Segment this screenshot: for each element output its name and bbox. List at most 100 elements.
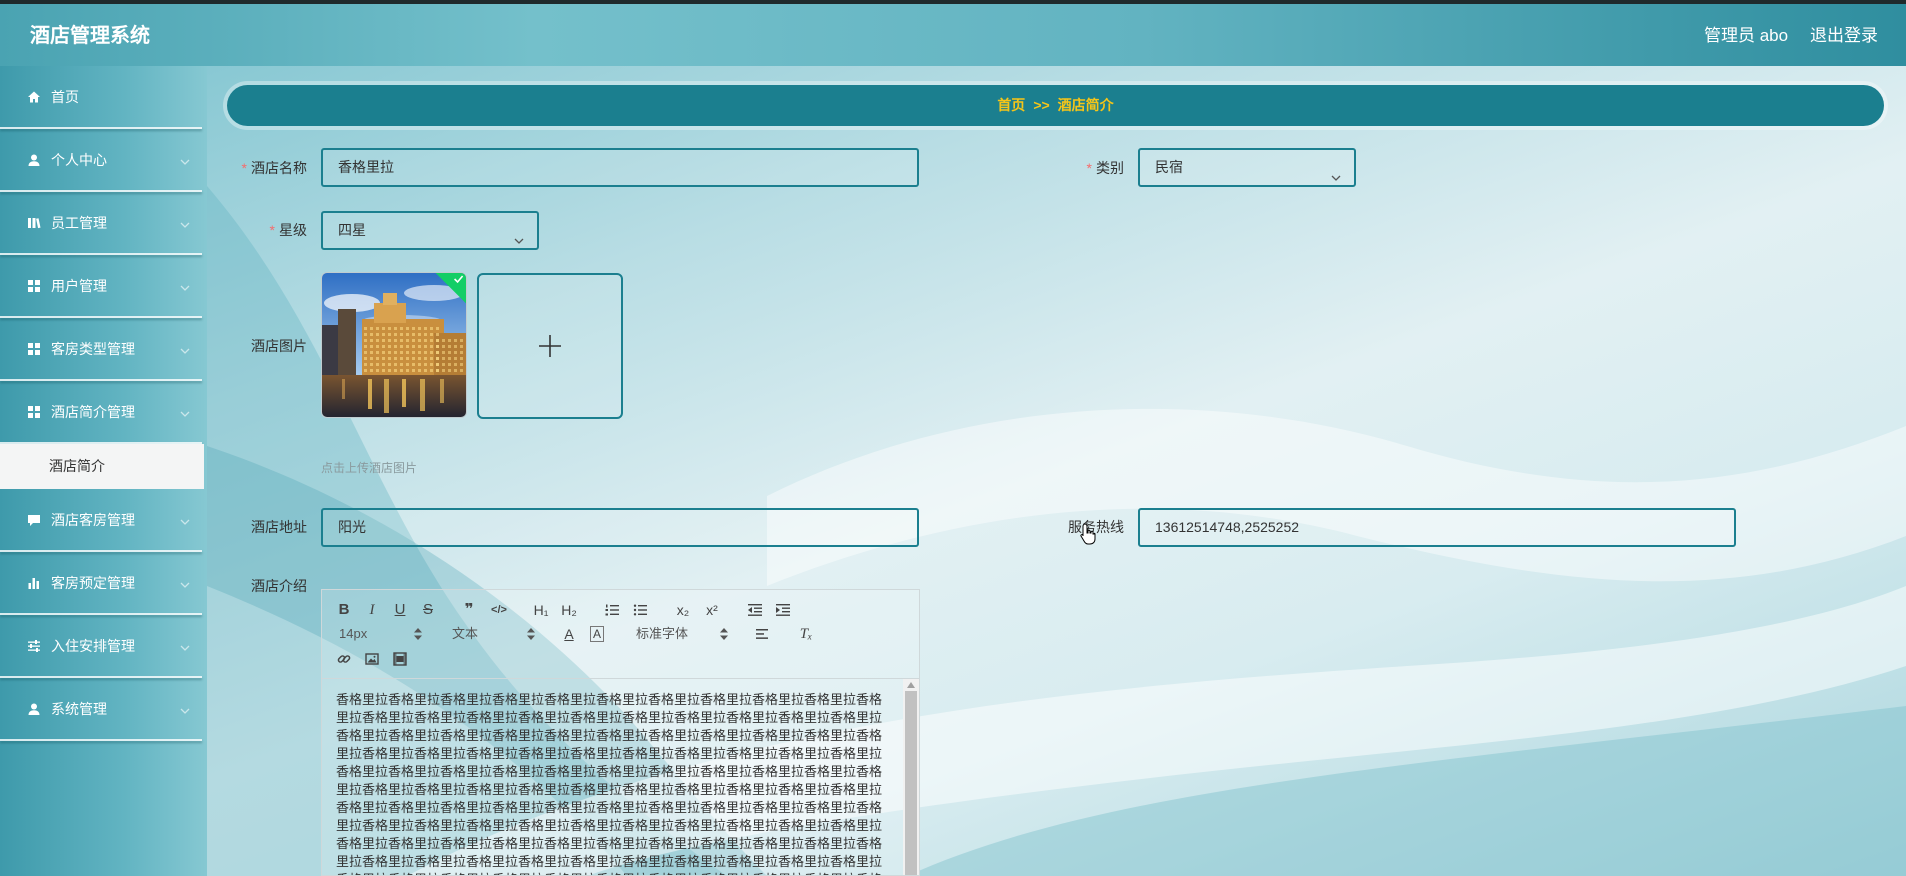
home-icon [27,90,41,104]
category-select[interactable]: 民宿 [1138,148,1356,187]
strike-button[interactable]: S [417,599,439,621]
hotel-image-thumbnail[interactable] [321,272,467,418]
insert-video-button[interactable] [389,648,411,670]
indent-button[interactable] [772,599,794,621]
sidebar-item-room-types[interactable]: 客房类型管理 [0,318,207,381]
user-icon [27,153,41,167]
category-select-value: 民宿 [1155,159,1183,175]
sidebar-item-users[interactable]: 用户管理 [0,255,207,318]
outdent-button[interactable] [744,599,766,621]
sidebar-item-hotel-intro-management[interactable]: 酒店简介管理 [0,381,207,444]
underline-button[interactable]: U [389,599,411,621]
sidebar-item-home[interactable]: 首页 [0,66,207,129]
sidebar-item-system[interactable]: 系统管理 [0,678,207,741]
intro-label: 酒店介绍 [251,578,307,594]
sliders-icon [27,639,41,653]
hotel-name-label: * 酒店名称 [227,158,307,178]
header-format-select[interactable]: 文本 [452,623,478,645]
code-block-button[interactable]: </> [488,599,510,621]
video-icon [393,652,407,666]
select-arrows-icon [719,623,729,645]
blockquote-button[interactable]: ❞ [458,599,480,621]
select-arrows-icon [413,623,423,645]
sidebar-item-checkin-arrangement[interactable]: 入住安排管理 [0,615,207,678]
align-button[interactable] [752,623,774,645]
image-upload-button[interactable] [477,273,623,419]
background-color-button[interactable]: A [586,623,608,645]
current-user-label[interactable]: 管理员 abo [1704,25,1788,47]
outdent-icon [748,604,762,616]
address-input[interactable]: 阳光 [321,508,919,547]
bullet-list-button[interactable] [629,599,651,621]
library-icon [27,216,41,230]
hotline-label: 服务热线 [1068,519,1124,535]
sidebar-item-personal-center[interactable]: 个人中心 [0,129,207,192]
grid-icon [27,342,41,356]
subscript-button[interactable]: x₂ [672,599,694,621]
chevron-down-icon [179,218,191,230]
sidebar-item-label: 个人中心 [51,152,107,168]
comment-icon [27,513,41,527]
link-button[interactable] [333,648,355,670]
hotline-input[interactable]: 13612514748,2525252 [1138,508,1736,547]
sidebar-item-label: 酒店简介管理 [51,404,135,420]
hotel-image-label: 酒店图片 [251,338,307,354]
plus-icon [539,335,561,357]
editor-content[interactable]: 香格里拉香格里拉香格里拉香格里拉香格里拉香格里拉香格里拉香格里拉香格里拉香格里拉… [336,691,883,875]
image-icon [365,653,379,665]
sidebar-item-hotel-rooms[interactable]: 酒店客房管理 [0,489,207,552]
hotel-photo [322,273,466,417]
chevron-down-icon [179,155,191,167]
grid-icon [27,279,41,293]
sidebar-item-staff[interactable]: 员工管理 [0,192,207,255]
breadcrumb-home-link[interactable]: 首页 [997,97,1025,113]
sidebar-item-label: 员工管理 [51,215,107,231]
italic-button[interactable]: I [361,599,383,621]
insert-image-button[interactable] [361,648,383,670]
link-icon [337,655,351,663]
heading-2-button[interactable]: H₂ [558,599,580,621]
hotel-name-input[interactable]: 香格里拉 [321,148,919,187]
image-upload-hint: 点击上传酒店图片 [321,461,418,475]
sidebar-subitem-hotel-intro[interactable]: 酒店简介 [0,444,204,489]
star-level-select[interactable]: 四星 [321,211,539,250]
address-label: 酒店地址 [251,519,307,535]
editor-scrollbar-thumb[interactable] [905,691,917,875]
star-level-label-text: 星级 [279,222,307,238]
chevron-down-icon [513,225,525,244]
editor-scrollbar[interactable] [903,679,919,875]
sidebar-item-label: 酒店客房管理 [51,512,135,528]
sidebar-item-label: 用户管理 [51,278,107,294]
superscript-button[interactable]: x² [701,599,723,621]
bold-button[interactable]: B [333,599,355,621]
font-family-select[interactable]: 标准字体 [636,623,688,645]
clear-format-button[interactable]: Tₓ [795,623,817,645]
rich-text-editor: B I U S ❞ </> H₁ H₂ x₂ x² 14px 文本 A A 标准… [321,589,920,876]
star-level-select-value: 四星 [338,222,366,238]
sidebar-item-label: 客房预定管理 [51,575,135,591]
chevron-down-icon [179,515,191,527]
chevron-down-icon [179,578,191,590]
sidebar-item-label: 系统管理 [51,701,107,717]
chevron-down-icon [1330,162,1342,181]
select-arrows-icon [526,623,536,645]
required-mark: * [1086,160,1092,176]
editor-toolbar: B I U S ❞ </> H₁ H₂ x₂ x² 14px 文本 A A 标准… [322,590,919,679]
indent-icon [776,604,790,616]
sidebar-subitem-label: 酒店简介 [49,458,105,474]
bar-chart-icon [27,576,41,590]
chevron-down-icon [179,281,191,293]
sidebar-item-label: 客房类型管理 [51,341,135,357]
required-mark: * [269,222,275,238]
hotel-name-label-text: 酒店名称 [251,160,307,176]
star-level-label: * 星级 [227,220,307,240]
category-label-text: 类别 [1096,160,1124,176]
sidebar-item-reservations[interactable]: 客房预定管理 [0,552,207,615]
chevron-down-icon [179,407,191,419]
logout-button[interactable]: 退出登录 [1810,25,1878,47]
font-size-select[interactable]: 14px [339,623,367,645]
font-color-button[interactable]: A [558,623,580,645]
category-label: * 类别 [1024,158,1124,178]
ordered-list-button[interactable] [601,599,623,621]
heading-1-button[interactable]: H₁ [530,599,552,621]
